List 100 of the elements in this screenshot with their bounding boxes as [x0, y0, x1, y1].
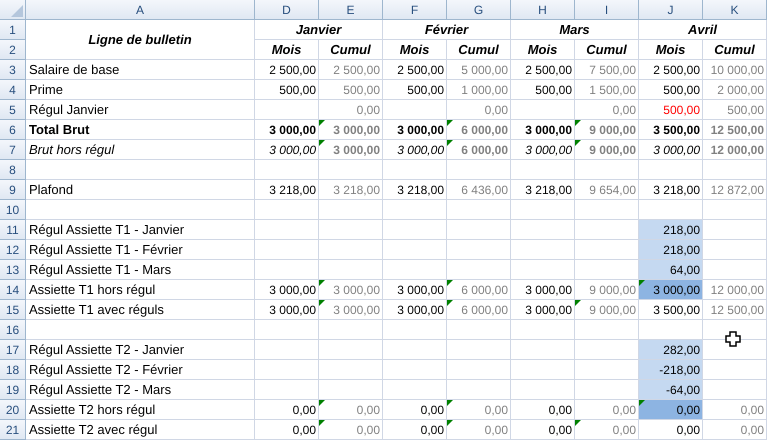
- column-header[interactable]: K: [703, 0, 767, 20]
- row-header[interactable]: 17: [0, 340, 26, 360]
- table-cell: 0,00: [319, 420, 383, 440]
- table-cell: 3 000,00: [511, 120, 575, 140]
- table-cell: 0,00: [319, 400, 383, 420]
- table-cell: Régul Janvier: [26, 100, 255, 120]
- column-header[interactable]: E: [319, 0, 383, 20]
- table-cell: [447, 260, 511, 280]
- table-cell: [383, 260, 447, 280]
- column-header[interactable]: G: [447, 0, 511, 20]
- column-header[interactable]: A: [26, 0, 255, 20]
- table-cell: 500,00: [255, 80, 319, 100]
- select-all-button[interactable]: [0, 0, 26, 20]
- table-cell: [447, 220, 511, 240]
- table-cell: [511, 240, 575, 260]
- table-cell: 3 000,00: [255, 140, 319, 160]
- table-cell: 0,00: [447, 400, 511, 420]
- table-cell: 0,00: [255, 420, 319, 440]
- selected-cell[interactable]: 282,00: [639, 340, 703, 360]
- table-cell: [511, 220, 575, 240]
- column-header[interactable]: F: [383, 0, 447, 20]
- selected-cell[interactable]: 0,00: [639, 400, 703, 420]
- table-cell: [703, 260, 767, 280]
- selected-cell[interactable]: 218,00: [639, 220, 703, 240]
- table-cell: [255, 360, 319, 380]
- table-cell: [447, 380, 511, 400]
- table-cell: [383, 100, 447, 120]
- table-cell: Régul Assiette T1 - Mars: [26, 260, 255, 280]
- table-cell: [511, 320, 575, 340]
- row-header[interactable]: 6: [0, 120, 26, 140]
- table-cell: [383, 340, 447, 360]
- table-cell: Mois: [255, 40, 319, 60]
- column-header[interactable]: D: [255, 0, 319, 20]
- table-cell: Salaire de base: [26, 60, 255, 80]
- table-cell: Mars: [511, 20, 639, 40]
- table-cell: [575, 200, 639, 220]
- row-header[interactable]: 18: [0, 360, 26, 380]
- table-cell: [447, 360, 511, 380]
- table-cell: 9 000,00: [575, 120, 639, 140]
- selected-cell[interactable]: 218,00: [639, 240, 703, 260]
- column-header[interactable]: I: [575, 0, 639, 20]
- row-header[interactable]: 14: [0, 280, 26, 300]
- table-cell: Total Brut: [26, 120, 255, 140]
- selected-cell[interactable]: -218,00: [639, 360, 703, 380]
- table-cell: [447, 320, 511, 340]
- table-cell: 3 000,00: [255, 120, 319, 140]
- table-cell: [703, 380, 767, 400]
- row-header[interactable]: 10: [0, 200, 26, 220]
- column-header[interactable]: J: [639, 0, 703, 20]
- table-cell: 3 218,00: [383, 180, 447, 200]
- selected-cell[interactable]: -64,00: [639, 380, 703, 400]
- row-header[interactable]: 20: [0, 400, 26, 420]
- row-header[interactable]: 8: [0, 160, 26, 180]
- table-cell: [703, 200, 767, 220]
- table-cell: 6 436,00: [447, 180, 511, 200]
- table-cell: 3 000,00: [383, 120, 447, 140]
- table-cell: [255, 220, 319, 240]
- row-header[interactable]: 12: [0, 240, 26, 260]
- table-cell: [383, 240, 447, 260]
- cursor-icon: [725, 331, 741, 347]
- table-cell: [319, 320, 383, 340]
- row-header[interactable]: 3: [0, 60, 26, 80]
- table-cell: [703, 220, 767, 240]
- row-header[interactable]: 13: [0, 260, 26, 280]
- table-cell: [319, 220, 383, 240]
- table-cell: 3 000,00: [255, 280, 319, 300]
- table-cell: [383, 200, 447, 220]
- table-cell: 0,00: [511, 400, 575, 420]
- row-header[interactable]: 2: [0, 40, 26, 60]
- table-cell: 0,00: [447, 420, 511, 440]
- row-header[interactable]: 19: [0, 380, 26, 400]
- table-cell: [319, 260, 383, 280]
- row-header[interactable]: 11: [0, 220, 26, 240]
- table-cell: 3 000,00: [511, 280, 575, 300]
- table-cell: [511, 200, 575, 220]
- selected-cell[interactable]: 64,00: [639, 260, 703, 280]
- table-cell: 12 500,00: [703, 300, 767, 320]
- row-header[interactable]: 21: [0, 420, 26, 440]
- table-cell: [319, 200, 383, 220]
- row-header[interactable]: 9: [0, 180, 26, 200]
- row-header[interactable]: 1: [0, 20, 26, 40]
- table-cell: [255, 100, 319, 120]
- table-cell: [255, 240, 319, 260]
- column-header[interactable]: H: [511, 0, 575, 20]
- table-cell: 3 000,00: [255, 300, 319, 320]
- row-header[interactable]: 4: [0, 80, 26, 100]
- row-header[interactable]: 16: [0, 320, 26, 340]
- table-cell: 6 000,00: [447, 120, 511, 140]
- selected-cell[interactable]: 3 000,00: [639, 280, 703, 300]
- table-cell: [383, 160, 447, 180]
- table-cell: Février: [383, 20, 511, 40]
- row-header[interactable]: 15: [0, 300, 26, 320]
- table-cell: [383, 320, 447, 340]
- table-cell: 12 000,00: [703, 140, 767, 160]
- table-cell: 0,00: [383, 400, 447, 420]
- row-header[interactable]: 5: [0, 100, 26, 120]
- table-cell: 3 000,00: [383, 140, 447, 160]
- table-cell: 0,00: [703, 400, 767, 420]
- table-cell: Janvier: [255, 20, 383, 40]
- row-header[interactable]: 7: [0, 140, 26, 160]
